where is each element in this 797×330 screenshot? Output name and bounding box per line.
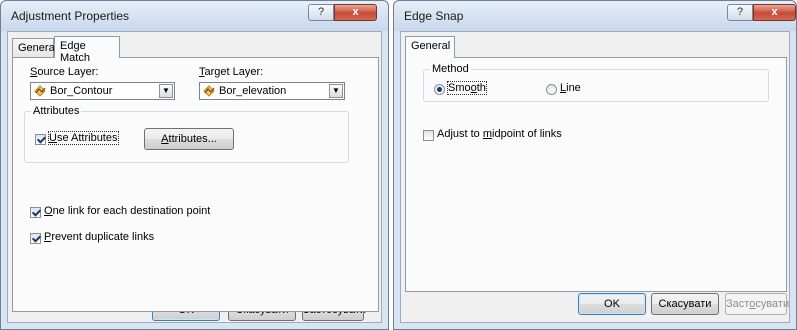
one-link-checkbox[interactable] xyxy=(30,207,41,218)
target-layer-value: Bor_elevation xyxy=(219,85,287,97)
line-label[interactable]: Line xyxy=(560,82,581,94)
polyline-layer-icon xyxy=(34,85,46,97)
help-icon: ? xyxy=(736,6,744,18)
attributes-group-label: Attributes xyxy=(31,105,82,117)
prevent-duplicate-label[interactable]: Prevent duplicate links xyxy=(44,231,154,243)
adjust-midpoint-checkbox[interactable] xyxy=(423,130,434,141)
chevron-down-icon[interactable]: ▼ xyxy=(329,84,343,98)
target-layer-label: Target Layer: xyxy=(199,66,264,78)
polyline-layer-icon xyxy=(203,85,215,97)
method-groupbox: Method Smooth Line xyxy=(423,63,769,102)
help-button[interactable]: ? xyxy=(308,4,334,21)
title-bar[interactable]: Edge Snap ? x xyxy=(394,1,796,31)
dialog-client-area: General Method Smooth Line Adjust to mid… xyxy=(400,31,790,323)
use-attributes-label[interactable]: Use Attributes xyxy=(48,131,119,145)
tab-general[interactable]: General xyxy=(12,38,58,58)
close-icon: x xyxy=(771,6,778,18)
tab-edge-match[interactable]: Edge Match xyxy=(54,36,120,64)
tab-general[interactable]: General xyxy=(405,36,455,58)
help-button[interactable]: ? xyxy=(727,4,753,21)
close-button[interactable]: x xyxy=(753,4,796,21)
source-layer-dropdown[interactable]: Bor_Contour ▼ xyxy=(30,82,175,100)
method-group-label: Method xyxy=(430,63,471,75)
window-title: Edge Snap xyxy=(404,9,464,23)
close-icon: x xyxy=(352,6,359,18)
edge-snap-window: Edge Snap ? x General Method Smooth Line… xyxy=(393,0,797,330)
use-attributes-checkbox[interactable] xyxy=(35,134,46,145)
ok-button[interactable]: OK xyxy=(578,293,646,315)
chevron-down-icon[interactable]: ▼ xyxy=(159,84,173,98)
adjust-midpoint-label[interactable]: Adjust to midpoint of links xyxy=(437,128,562,140)
attributes-button[interactable]: Attributes... xyxy=(144,128,234,150)
line-radio[interactable] xyxy=(546,84,557,95)
adjustment-properties-window: Adjustment Properties ? x General Edge M… xyxy=(0,0,389,330)
smooth-label[interactable]: Smooth xyxy=(447,81,487,95)
source-layer-label: Source Layer: xyxy=(30,66,99,78)
close-button[interactable]: x xyxy=(334,4,377,21)
one-link-label[interactable]: One link for each destination point xyxy=(44,205,210,217)
tab-general-label: General xyxy=(18,42,58,54)
general-panel: Method Smooth Line Adjust to midpoint of… xyxy=(405,57,787,292)
cancel-button[interactable]: Скасувати xyxy=(651,293,719,315)
target-layer-dropdown[interactable]: Bor_elevation ▼ xyxy=(199,82,345,100)
help-icon: ? xyxy=(317,6,325,18)
dialog-client-area: General Edge Match Source Layer: Bor_Con… xyxy=(7,31,382,323)
title-bar[interactable]: Adjustment Properties ? x xyxy=(1,1,388,31)
tab-general-label: General xyxy=(411,40,451,52)
smooth-radio[interactable] xyxy=(434,84,445,95)
tab-edge-match-label: Edge Match xyxy=(60,40,90,64)
edge-match-panel: Source Layer: Bor_Contour ▼ Target Layer… xyxy=(12,57,379,312)
source-layer-value: Bor_Contour xyxy=(50,85,113,97)
prevent-duplicate-checkbox[interactable] xyxy=(30,233,41,244)
attributes-groupbox: Attributes Use Attributes Attributes... xyxy=(24,105,349,163)
window-title: Adjustment Properties xyxy=(11,9,130,23)
apply-button: Застосувати xyxy=(725,293,789,315)
